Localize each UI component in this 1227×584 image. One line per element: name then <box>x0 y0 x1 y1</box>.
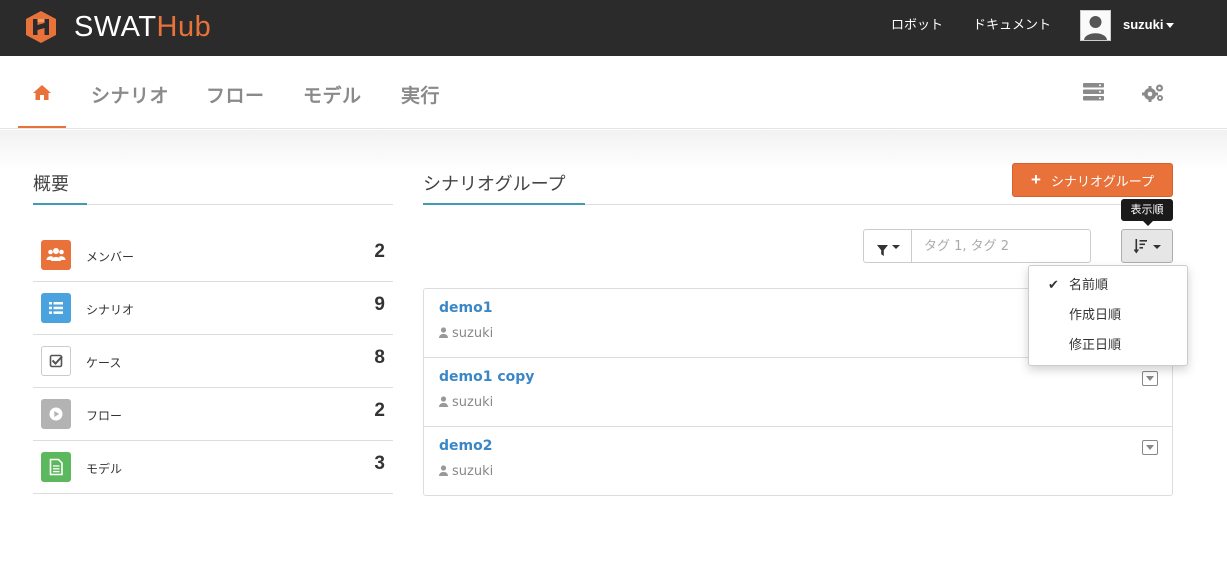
stat-row-members: メンバー 2 <box>33 229 393 282</box>
stat-value: 2 <box>374 400 385 421</box>
stat-label: メンバー <box>86 250 135 264</box>
swathub-logo-icon <box>26 11 56 43</box>
filter-icon <box>877 241 888 260</box>
owner-name: suzuki <box>452 326 494 341</box>
sort-option-created[interactable]: 作成日順 <box>1029 301 1187 331</box>
stat-label: フロー <box>86 409 123 423</box>
owner-name: suzuki <box>452 395 494 410</box>
sort-option-label: 修正日順 <box>1069 338 1122 353</box>
owner-name: suzuki <box>452 464 494 479</box>
user-name: suzuki <box>1123 17 1164 32</box>
avatar[interactable] <box>1080 10 1111 41</box>
list-item[interactable]: demo2 suzuki <box>424 427 1172 496</box>
file-text-icon <box>41 452 71 482</box>
overview-title: 概要 <box>33 174 69 195</box>
plus-icon: + <box>1031 170 1041 189</box>
stat-value: 2 <box>374 241 385 262</box>
stat-label: ケース <box>86 356 122 370</box>
home-icon <box>33 85 51 104</box>
tab-run[interactable]: 実行 <box>401 81 440 108</box>
tab-flows[interactable]: フロー <box>206 81 265 108</box>
tab-home[interactable] <box>18 56 66 128</box>
sort-order-button[interactable] <box>1121 229 1173 263</box>
tag-filter-input[interactable] <box>911 229 1091 263</box>
add-scenario-group-label: シナリオグループ <box>1050 173 1154 189</box>
sort-option-name[interactable]: ✔ 名前順 <box>1029 271 1187 301</box>
logo-text-hub: Hub <box>156 11 212 43</box>
user-icon <box>439 465 448 480</box>
checkmark-icon: ✔ <box>1048 278 1059 293</box>
list-icon <box>41 293 71 323</box>
nav-robot-link[interactable]: ロボット <box>891 17 943 35</box>
tooltip-arrow <box>1143 221 1153 226</box>
stat-label: モデル <box>86 462 123 476</box>
tab-models[interactable]: モデル <box>303 81 362 108</box>
scenario-groups-title: シナリオグループ <box>423 174 566 195</box>
sort-order-menu: ✔ 名前順 作成日順 修正日順 <box>1028 265 1188 366</box>
sort-option-modified[interactable]: 修正日順 <box>1029 331 1187 361</box>
sort-option-label: 名前順 <box>1069 278 1109 293</box>
scenario-group-link[interactable]: demo2 <box>439 438 492 454</box>
item-owner: suzuki <box>439 395 493 411</box>
logo-text-swat: SWAT <box>74 11 157 43</box>
stat-value: 3 <box>374 453 385 474</box>
sort-amount-icon <box>1133 239 1148 258</box>
stat-label: シナリオ <box>86 303 135 317</box>
stat-row-cases: ケース 8 <box>33 335 393 388</box>
nav-documents-link[interactable]: ドキュメント <box>973 17 1051 35</box>
user-icon <box>439 396 448 411</box>
section-nav: シナリオ フロー モデル 実行 <box>0 56 1227 129</box>
divider <box>33 204 393 205</box>
top-navbar: SWATHub ロボット ドキュメント suzuki <box>0 0 1227 56</box>
sort-tooltip: 表示順 <box>1121 199 1173 221</box>
app-logo[interactable]: SWATHub <box>26 10 211 44</box>
user-menu-toggle[interactable]: suzuki <box>1123 17 1175 32</box>
chevron-down-icon <box>1166 23 1175 29</box>
tab-scenarios[interactable]: シナリオ <box>91 81 169 108</box>
add-scenario-group-button[interactable]: + シナリオグループ <box>1012 163 1173 197</box>
user-icon <box>439 327 448 342</box>
stat-value: 8 <box>374 347 385 368</box>
users-icon <box>41 240 71 270</box>
chevron-down-icon <box>892 245 900 249</box>
sort-option-label: 作成日順 <box>1069 308 1122 323</box>
play-circle-icon <box>41 399 71 429</box>
expand-toggle-icon[interactable] <box>1142 440 1158 455</box>
item-owner: suzuki <box>439 464 493 480</box>
stat-row-flows: フロー 2 <box>33 388 393 441</box>
chevron-down-icon <box>1153 245 1161 249</box>
list-item[interactable]: demo1 copy suzuki <box>424 358 1172 427</box>
scenario-groups-title-underline <box>423 203 585 205</box>
item-owner: suzuki <box>439 326 493 342</box>
overview-title-underline <box>33 203 87 205</box>
stat-value: 9 <box>374 294 385 315</box>
stat-row-scenarios: シナリオ 9 <box>33 282 393 335</box>
tag-filter-button[interactable] <box>863 229 912 263</box>
check-square-icon <box>41 346 71 376</box>
scenario-group-link[interactable]: demo1 copy <box>439 369 534 385</box>
expand-toggle-icon[interactable] <box>1142 371 1158 386</box>
cogs-icon[interactable] <box>1142 83 1165 107</box>
stat-row-models: モデル 3 <box>33 441 393 494</box>
scenario-group-link[interactable]: demo1 <box>439 300 492 316</box>
server-icon[interactable] <box>1083 83 1104 105</box>
